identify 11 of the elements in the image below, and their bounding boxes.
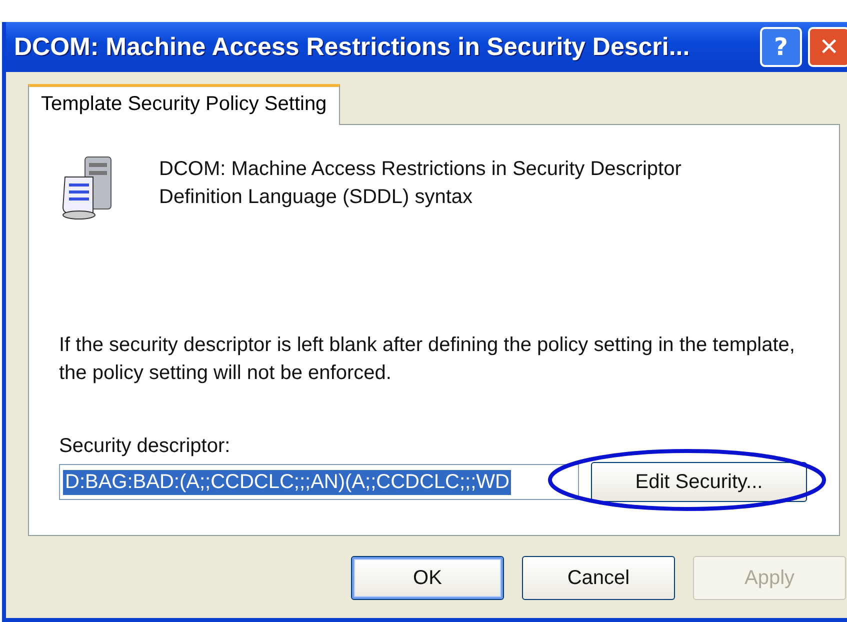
security-descriptor-field[interactable]: D:BAG:BAD:(A;;CCDCLC;;;AN)(A;;CCDCLC;;;WD [59,464,579,500]
help-button[interactable]: ? [760,27,802,67]
dialog-button[interactable]: Cancel [522,556,675,600]
close-button[interactable]: ✕ [808,27,847,67]
tab[interactable]: Template Security Policy Setting [28,84,340,125]
info-text: If the security descriptor is left blank after defining the policy setting in the template, the policy setting will not be enforced. [59,333,796,386]
policy-description: DCOM: Machine Access Restrictions in Security Descriptor Definition Language (SDDL) syntax [159,157,682,210]
dialog-button[interactable]: OK [351,556,504,600]
window-title: DCOM: Machine Access Restrictions in Security Descri... [14,32,691,62]
field-label: Security descriptor: [59,435,232,458]
edit-security-button[interactable]: Edit Security... [591,462,807,502]
